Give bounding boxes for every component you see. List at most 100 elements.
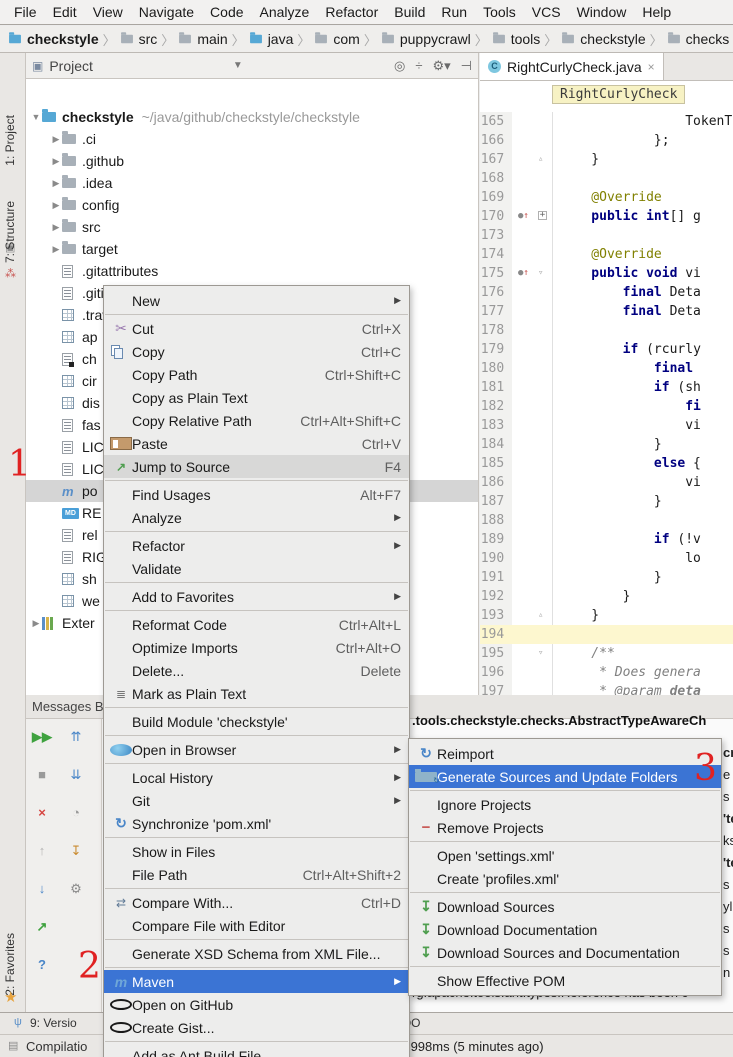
- context-menu-item-validate[interactable]: Validate: [104, 557, 409, 580]
- menubar-item-navigate[interactable]: Navigate: [131, 2, 202, 22]
- tree-item-github-2[interactable]: ▶.github: [26, 150, 478, 172]
- locate-file-icon[interactable]: ◎: [394, 58, 405, 74]
- context-menu-item-cut[interactable]: CutCtrl+X: [104, 317, 409, 340]
- breadcrumb-item-java-3[interactable]: java: [249, 31, 294, 47]
- tree-expand-arrow-icon[interactable]: ▼: [30, 112, 42, 122]
- pause-output-icon[interactable]: ◔: [66, 805, 86, 820]
- next-icon[interactable]: ↓: [32, 881, 52, 896]
- fold-marker-icon[interactable]: ▵: [538, 150, 543, 169]
- context-menu-item-local-history[interactable]: Local History▶: [104, 766, 409, 789]
- import-icon[interactable]: ↧: [66, 843, 86, 859]
- tree-item-gitattributes-7[interactable]: .gitattributes: [26, 260, 478, 282]
- context-menu-item-git[interactable]: Git▶: [104, 789, 409, 812]
- maven-submenu-item-generate-sources-and-update-folders[interactable]: Generate Sources and Update Folders: [409, 765, 721, 788]
- tab-rightcurlycheck[interactable]: C RightCurlyCheck.java ×: [480, 53, 664, 80]
- maven-submenu-item-ignore-projects[interactable]: Ignore Projects: [409, 793, 721, 816]
- menubar-item-run[interactable]: Run: [433, 2, 475, 22]
- menubar-item-code[interactable]: Code: [202, 2, 251, 22]
- context-menu-item-build-module-checkstyle[interactable]: Build Module 'checkstyle': [104, 710, 409, 733]
- menubar-item-window[interactable]: Window: [569, 2, 635, 22]
- maven-submenu-item-download-sources[interactable]: Download Sources: [409, 895, 721, 918]
- fold-marker-icon[interactable]: ▵: [538, 606, 543, 625]
- menubar-item-analyze[interactable]: Analyze: [252, 2, 318, 22]
- maven-submenu-item-create-profiles-xml[interactable]: Create 'profiles.xml': [409, 867, 721, 890]
- tree-item-idea-3[interactable]: ▶.idea: [26, 172, 478, 194]
- context-menu-item-optimize-imports[interactable]: Optimize ImportsCtrl+Alt+O: [104, 636, 409, 659]
- tree-expand-arrow-icon[interactable]: ▶: [50, 178, 62, 189]
- context-menu-item-generate-xsd-schema-from-xml-file[interactable]: Generate XSD Schema from XML File...: [104, 942, 409, 965]
- menubar-item-build[interactable]: Build: [386, 2, 433, 22]
- context-menu-item-file-path[interactable]: File PathCtrl+Alt+Shift+2: [104, 863, 409, 886]
- context-menu-item-compare-with[interactable]: Compare With...Ctrl+D: [104, 891, 409, 914]
- breadcrumb-item-checkstyle-0[interactable]: checkstyle: [8, 31, 99, 47]
- context-menu-item-analyze[interactable]: Analyze▶: [104, 506, 409, 529]
- context-menu-item-delete[interactable]: Delete...Delete: [104, 659, 409, 682]
- breadcrumb-item-checkstyle-7[interactable]: checkstyle: [561, 31, 645, 47]
- context-menu-item-create-gist[interactable]: Create Gist...: [104, 1016, 409, 1039]
- tree-expand-arrow-icon[interactable]: ▶: [50, 134, 62, 145]
- menubar-item-help[interactable]: Help: [634, 2, 679, 22]
- menubar-item-tools[interactable]: Tools: [475, 2, 524, 22]
- context-menu-item-copy[interactable]: CopyCtrl+C: [104, 340, 409, 363]
- fold-marker-icon[interactable]: ▿: [538, 264, 543, 283]
- context-menu-item-compare-file-with-editor[interactable]: Compare File with Editor: [104, 914, 409, 937]
- context-menu-item-find-usages[interactable]: Find UsagesAlt+F7: [104, 483, 409, 506]
- help-icon[interactable]: ?: [32, 957, 52, 972]
- context-menu-item-open-on-github[interactable]: Open on GitHub: [104, 993, 409, 1016]
- maven-submenu-item-open-settings-xml[interactable]: Open 'settings.xml': [409, 844, 721, 867]
- menubar-item-file[interactable]: File: [6, 2, 45, 22]
- export-icon[interactable]: ↗: [32, 919, 52, 935]
- toolwindow-button-structure[interactable]: 7: Structure: [3, 201, 17, 263]
- tree-item-src-5[interactable]: ▶src: [26, 216, 478, 238]
- breadcrumb-item-com-4[interactable]: com: [314, 31, 359, 47]
- maven-submenu-item-show-effective-pom[interactable]: Show Effective POM: [409, 969, 721, 992]
- tree-expand-arrow-icon[interactable]: ▶: [50, 156, 62, 167]
- breadcrumb-item-src-1[interactable]: src: [120, 31, 158, 47]
- breadcrumb-item-puppycrawl-5[interactable]: puppycrawl: [381, 31, 471, 47]
- tree-expand-arrow-icon[interactable]: ▶: [50, 244, 62, 255]
- menubar-item-vcs[interactable]: VCS: [524, 2, 569, 22]
- context-menu-item-copy-path[interactable]: Copy PathCtrl+Shift+C: [104, 363, 409, 386]
- override-marker-icon[interactable]: ●↑: [518, 207, 529, 226]
- toolwindow-button-version-control[interactable]: 9: Versio: [30, 1016, 77, 1030]
- code-area[interactable]: 165 TokenT166 };167 ▵ }168 169 @Override…: [480, 112, 733, 695]
- tree-expand-arrow-icon[interactable]: ▶: [50, 200, 62, 211]
- previous-icon[interactable]: ↑: [32, 843, 52, 858]
- context-menu-item-mark-as-plain-text[interactable]: Mark as Plain Text: [104, 682, 409, 705]
- tree-item-checkstyle-0[interactable]: ▼checkstyle~/java/github/checkstyle/chec…: [26, 106, 478, 128]
- override-marker-icon[interactable]: ●↑: [518, 264, 529, 283]
- toolwindow-button-favorites[interactable]: 2: Favorites: [3, 933, 17, 996]
- context-menu-item-add-to-favorites[interactable]: Add to Favorites▶: [104, 585, 409, 608]
- context-menu-item-jump-to-source[interactable]: Jump to SourceF4: [104, 455, 409, 478]
- menubar-item-edit[interactable]: Edit: [45, 2, 85, 22]
- context-menu-item-paste[interactable]: PasteCtrl+V: [104, 432, 409, 455]
- tree-item-ci-1[interactable]: ▶.ci: [26, 128, 478, 150]
- close-icon[interactable]: ×: [32, 805, 52, 820]
- menubar-item-refactor[interactable]: Refactor: [317, 2, 386, 22]
- breadcrumb-item-tools-6[interactable]: tools: [492, 31, 541, 47]
- tree-item-target-6[interactable]: ▶target: [26, 238, 478, 260]
- context-menu-item-maven[interactable]: Maven▶: [104, 970, 409, 993]
- project-view-dropdown[interactable]: ▼: [233, 60, 243, 71]
- context-menu-item-copy-as-plain-text[interactable]: Copy as Plain Text: [104, 386, 409, 409]
- hide-panel-icon[interactable]: ⊣: [461, 58, 472, 74]
- tab-close-icon[interactable]: ×: [648, 60, 655, 74]
- gear-icon[interactable]: ⚙▾: [432, 58, 450, 74]
- collapse-all-icon[interactable]: ⇊: [66, 767, 86, 783]
- maven-submenu-item-remove-projects[interactable]: Remove Projects: [409, 816, 721, 839]
- tree-item-config-4[interactable]: ▶config: [26, 194, 478, 216]
- context-menu-item-refactor[interactable]: Refactor▶: [104, 534, 409, 557]
- toolwindow-button-project[interactable]: 1: Project: [3, 115, 17, 166]
- menubar-item-view[interactable]: View: [85, 2, 131, 22]
- fold-marker-icon[interactable]: ▿: [538, 644, 543, 663]
- breadcrumb-item-main-2[interactable]: main: [178, 31, 227, 47]
- tree-expand-arrow-icon[interactable]: ▶: [50, 222, 62, 233]
- context-menu-item-synchronize-pom-xml[interactable]: Synchronize 'pom.xml': [104, 812, 409, 835]
- fold-marker-icon[interactable]: +: [538, 211, 547, 220]
- settings-icon[interactable]: ⚙: [66, 881, 86, 897]
- context-menu-item-show-in-files[interactable]: Show in Files: [104, 840, 409, 863]
- expand-all-icon[interactable]: ⇈: [66, 729, 86, 745]
- rerun-icon[interactable]: ▶▶: [32, 729, 52, 745]
- tree-expand-arrow-icon[interactable]: ▶: [30, 618, 42, 629]
- context-menu-item-copy-relative-path[interactable]: Copy Relative PathCtrl+Alt+Shift+C: [104, 409, 409, 432]
